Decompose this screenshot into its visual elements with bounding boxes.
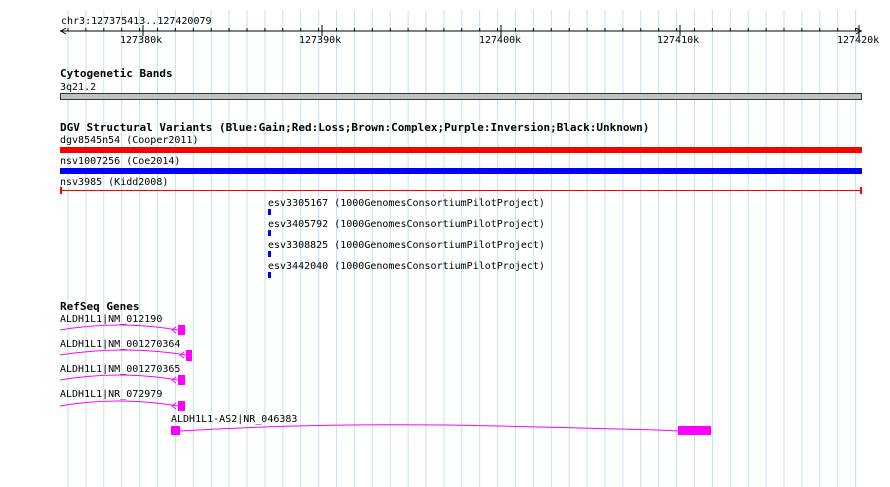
gene-model-nm-001270364[interactable] <box>59 349 192 361</box>
variant-label-nsv1007256: nsv1007256 (Coe2014) <box>60 156 181 167</box>
variant-bar-esv3442040[interactable] <box>268 272 271 278</box>
tick-label-127390k: 127390k <box>299 35 342 46</box>
variant-bar-dgv8545n54[interactable] <box>60 147 862 153</box>
variant-label-dgv8545n54: dgv8545n54 (Cooper2011) <box>60 135 199 146</box>
variant-bar-nsv1007256[interactable] <box>60 168 862 174</box>
tick-label-127410k: 127410k <box>657 35 700 46</box>
variant-bar-nsv3985-start <box>60 187 62 194</box>
tick-label-127380k: 127380k <box>120 35 163 46</box>
gene-model-nm-001270365[interactable] <box>59 374 185 385</box>
gene-label-nm-001270364: ALDH1L1|NM_001270364 <box>60 339 181 350</box>
variant-label-esv3442040: esv3442040 (1000GenomesConsortiumPilotPr… <box>268 261 545 272</box>
variant-bar-esv3305167[interactable] <box>268 209 271 215</box>
variant-label-esv3308825: esv3308825 (1000GenomesConsortiumPilotPr… <box>268 240 545 251</box>
gene-model-nr-072979[interactable] <box>59 400 185 411</box>
cytoband-bar[interactable] <box>60 93 862 100</box>
region-label: chr3:127375413..127420079 <box>61 16 212 27</box>
variant-label-nsv3985: nsv3985 (Kidd2008) <box>60 177 169 188</box>
gene-label-nm-012190: ALDH1L1|NM_012190 <box>60 314 163 325</box>
variant-bar-nsv3985-end <box>860 187 862 194</box>
gene-model-nr-046383[interactable] <box>171 424 711 435</box>
cytoband-track-title: Cytogenetic Bands <box>60 67 173 80</box>
gene-label-nr-046383: ALDH1L1-AS2|NR_046383 <box>171 414 298 425</box>
tick-label-127420k: 127420k <box>837 35 880 46</box>
refseq-track-title: RefSeq Genes <box>60 300 140 313</box>
variant-bar-esv3308825[interactable] <box>268 251 271 257</box>
dgv-track-title: DGV Structural Variants (Blue:Gain;Red:L… <box>60 121 650 134</box>
variant-label-esv3405792: esv3405792 (1000GenomesConsortiumPilotPr… <box>268 219 545 230</box>
variant-bar-esv3405792[interactable] <box>268 230 271 236</box>
gene-model-nm-012190[interactable] <box>59 324 185 335</box>
cytoband-label: 3q21.2 <box>60 82 97 93</box>
tick-label-127400k: 127400k <box>479 35 522 46</box>
gene-label-nm-001270365: ALDH1L1|NM_001270365 <box>60 364 181 375</box>
variant-label-esv3305167: esv3305167 (1000GenomesConsortiumPilotPr… <box>268 198 545 209</box>
gene-label-nr-072979: ALDH1L1|NR_072979 <box>60 389 163 400</box>
variant-bar-nsv3985[interactable] <box>60 190 862 191</box>
